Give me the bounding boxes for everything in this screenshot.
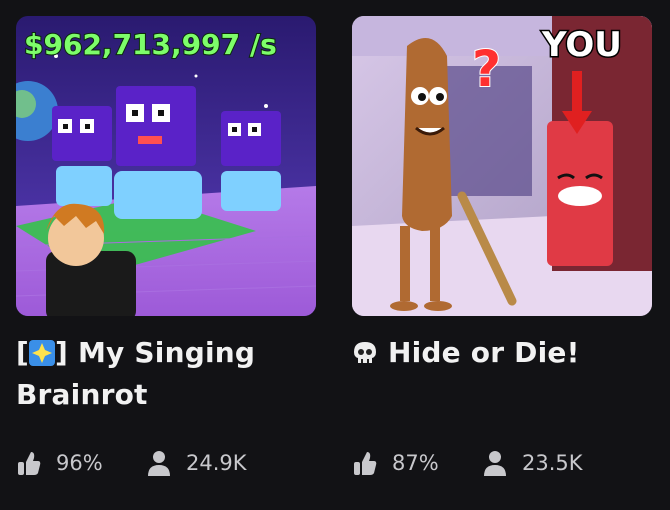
rating-value: 87%	[392, 451, 439, 475]
game-thumbnail[interactable]: $962,713,997 /s	[16, 16, 316, 316]
skull-icon	[352, 336, 378, 363]
game-title[interactable]: [] My Singing Brainrot	[16, 332, 316, 416]
question-mark-icon: ?	[472, 40, 501, 98]
game-card-hide-or-die[interactable]: YOU ? Hide or Die! 87% 23.5K	[352, 16, 654, 476]
person-icon	[484, 451, 506, 476]
sparkle-badge-icon	[29, 336, 55, 366]
title-prefix: [	[16, 336, 29, 369]
rating-stat: 96%	[16, 448, 103, 478]
game-title[interactable]: Hide or Die!	[352, 332, 652, 374]
person-icon	[148, 451, 170, 476]
rating-stat: 87%	[352, 448, 439, 478]
title-text: Hide or Die!	[387, 336, 580, 369]
thumbnail-caption: $962,713,997 /s	[24, 28, 277, 61]
thumbs-up-icon	[18, 452, 41, 475]
rating-value: 96%	[56, 451, 103, 475]
players-stat: 24.9K	[146, 448, 247, 478]
thumbs-up-icon	[354, 452, 377, 475]
thumbnail-caption: YOU	[541, 25, 622, 65]
players-stat: 23.5K	[482, 448, 583, 478]
game-stats: 96% 24.9K	[16, 448, 316, 478]
game-thumbnail[interactable]: YOU ?	[352, 16, 652, 316]
thumbnail-image: $962,713,997 /s	[16, 16, 316, 316]
players-value: 23.5K	[522, 451, 583, 475]
game-grid: $962,713,997 /s [] My Singing Brainrot 9…	[0, 0, 670, 510]
game-card-my-singing-brainrot[interactable]: $962,713,997 /s [] My Singing Brainrot 9…	[16, 16, 318, 476]
players-value: 24.9K	[186, 451, 247, 475]
thumbnail-image: YOU ?	[352, 16, 652, 316]
game-stats: 87% 23.5K	[352, 448, 652, 478]
